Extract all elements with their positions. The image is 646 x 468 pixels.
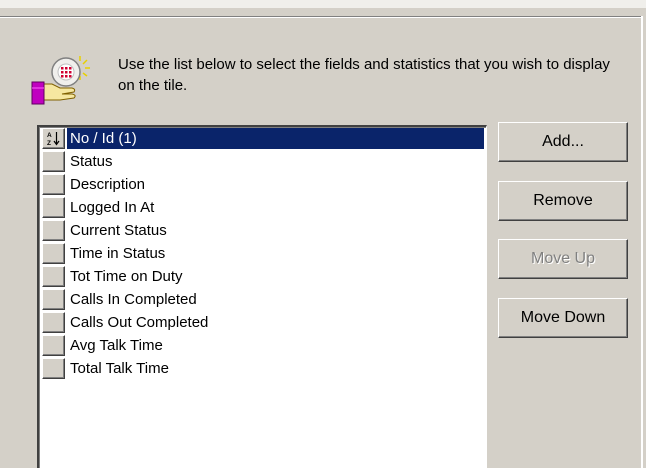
sort-az-icon[interactable]: AZ: [42, 128, 65, 149]
svg-text:Z: Z: [47, 140, 51, 146]
list-item[interactable]: Time in Status: [39, 242, 486, 265]
list-item[interactable]: Description: [39, 173, 486, 196]
sort-toggle-button[interactable]: [42, 220, 65, 241]
list-item[interactable]: Tot Time on Duty: [39, 265, 486, 288]
list-item-label: Calls In Completed: [70, 291, 197, 308]
sort-toggle-button[interactable]: [42, 243, 65, 264]
list-item[interactable]: Logged In At: [39, 196, 486, 219]
list-item-label: Total Talk Time: [70, 360, 169, 377]
move-down-button[interactable]: Move Down: [498, 298, 628, 338]
instructions-text: Use the list below to select the fields …: [118, 56, 610, 94]
list-item-label: Description: [70, 176, 146, 193]
list-item-label: Tot Time on Duty: [70, 268, 183, 285]
list-item-label: Time in Status: [70, 245, 166, 262]
list-item[interactable]: Calls In Completed: [39, 288, 486, 311]
sort-toggle-button[interactable]: [42, 151, 65, 172]
add-button[interactable]: Add...: [498, 122, 628, 162]
sort-toggle-button[interactable]: [42, 312, 65, 333]
list-item[interactable]: Total Talk Time: [39, 357, 486, 380]
panel-right-edge: [641, 16, 646, 468]
remove-button[interactable]: Remove: [498, 181, 628, 221]
list-item[interactable]: Status: [39, 150, 486, 173]
sort-toggle-button[interactable]: [42, 174, 65, 195]
sort-toggle-button[interactable]: [42, 266, 65, 287]
list-item[interactable]: A Z No / Id (1): [39, 127, 486, 150]
list-item-label: Current Status: [70, 222, 167, 239]
sort-toggle-button[interactable]: [42, 358, 65, 379]
wizard-hand-icon: [31, 56, 90, 105]
list-item-label: Calls Out Completed: [70, 314, 209, 331]
list-item-label: Avg Talk Time: [70, 337, 163, 354]
dialog-page: Use the list below to select the fields …: [0, 0, 646, 468]
title-strip: [0, 0, 646, 8]
list-item-label: No / Id (1): [67, 128, 484, 149]
list-item-label: Status: [70, 153, 113, 170]
list-item[interactable]: Current Status: [39, 219, 486, 242]
list-item[interactable]: Avg Talk Time: [39, 334, 486, 357]
list-item-label: Logged In At: [70, 199, 155, 216]
sort-toggle-button[interactable]: [42, 289, 65, 310]
sort-toggle-button[interactable]: [42, 197, 65, 218]
list-item[interactable]: Calls Out Completed: [39, 311, 486, 334]
fields-listbox[interactable]: A Z No / Id (1) Status Description Logged In …: [37, 125, 487, 468]
sort-toggle-button[interactable]: [42, 335, 65, 356]
move-up-button[interactable]: Move Up: [498, 239, 628, 279]
svg-text:A: A: [47, 132, 52, 139]
